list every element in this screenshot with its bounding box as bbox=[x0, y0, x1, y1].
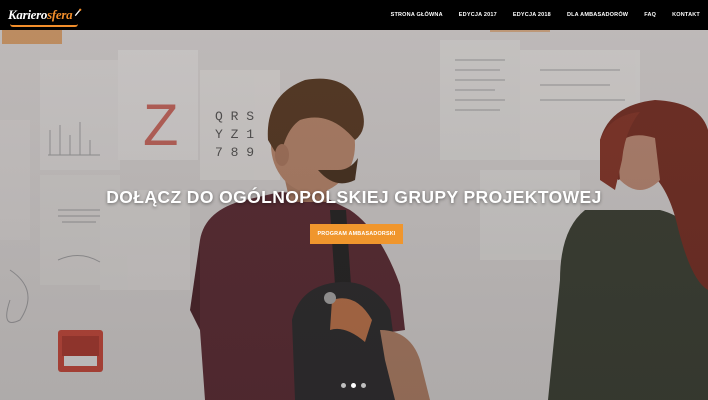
program-ambasadorski-button[interactable]: PROGRAM AMBASADORSKI bbox=[310, 224, 403, 244]
nav-edycja-2017[interactable]: EDYCJA 2017 bbox=[459, 12, 497, 18]
logo-swoosh bbox=[10, 24, 78, 27]
slider-dot-3[interactable] bbox=[361, 383, 366, 388]
slider-pagination bbox=[341, 383, 371, 388]
hero-headline: DOŁĄCZ DO OGÓLNOPOLSKIEJ GRUPY PROJEKTOW… bbox=[106, 187, 602, 207]
nav-strona-glowna[interactable]: STRONA GŁÓWNA bbox=[391, 12, 443, 18]
slider-dot-1[interactable] bbox=[341, 383, 346, 388]
logo-rocket-icon bbox=[74, 8, 82, 17]
nav-faq[interactable]: FAQ bbox=[644, 12, 656, 18]
nav-kontakt[interactable]: KONTAKT bbox=[672, 12, 700, 18]
top-navbar: Karierosfera STRONA GŁÓWNA EDYCJA 2017 E… bbox=[0, 0, 708, 30]
hero-dark-overlay bbox=[0, 30, 708, 400]
logo-wordmark: Karierosfera bbox=[8, 7, 73, 23]
hero-slider: Z Q R S Y Z 1 7 8 9 bbox=[0, 30, 708, 400]
nav-edycja-2018[interactable]: EDYCJA 2018 bbox=[513, 12, 551, 18]
main-nav: STRONA GŁÓWNA EDYCJA 2017 EDYCJA 2018 DL… bbox=[375, 0, 700, 30]
logo-text-part2: sfera bbox=[47, 7, 73, 22]
karierosfera-logo[interactable]: Karierosfera bbox=[8, 6, 82, 27]
nav-dla-ambasadorow[interactable]: DLA AMBASADORÓW bbox=[567, 12, 628, 18]
slider-dot-2[interactable] bbox=[351, 383, 356, 388]
logo-text-part1: Kariero bbox=[8, 7, 48, 22]
